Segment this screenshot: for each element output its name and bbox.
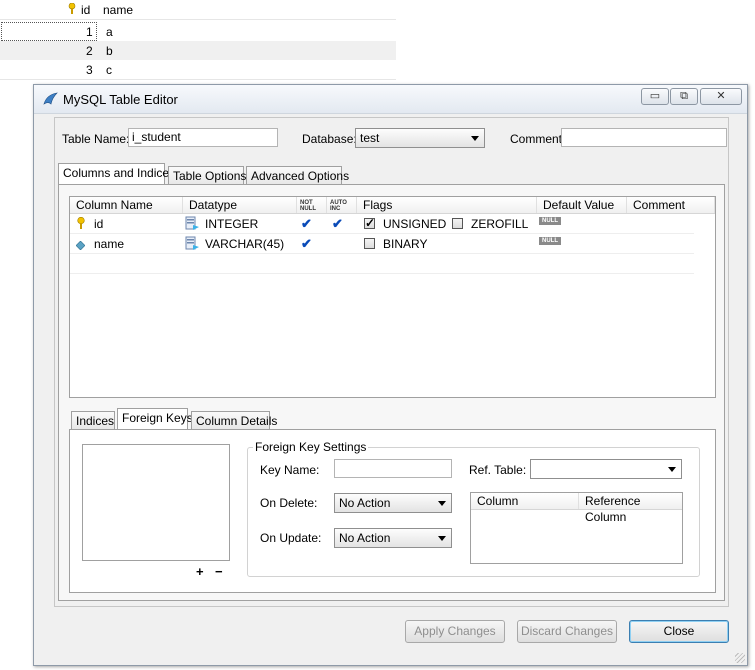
column-name-cell[interactable]: name [94, 237, 124, 251]
table-name-label: Table Name: [62, 132, 130, 146]
col-header-reference-column[interactable]: Reference Column [579, 493, 682, 524]
column-diamond-icon [75, 239, 86, 253]
unsigned-label: UNSIGNED [383, 217, 447, 231]
key-icon [68, 2, 76, 18]
on-delete-select[interactable]: No Action [334, 493, 452, 513]
window-title: MySQL Table Editor [63, 92, 178, 107]
auto-inc-check-icon[interactable]: ✔ [332, 216, 343, 232]
cell-id[interactable]: 3 [86, 63, 93, 77]
primary-key-icon [77, 216, 85, 233]
comment-input[interactable] [561, 128, 727, 147]
database-select[interactable]: test [355, 128, 485, 148]
not-null-check-icon[interactable]: ✔ [301, 216, 312, 232]
comment-label: Comment: [510, 132, 566, 146]
apply-changes-button[interactable]: Apply Changes [405, 620, 505, 643]
add-foreign-key-button[interactable]: + [196, 564, 204, 579]
col-header-column[interactable]: Column [471, 493, 579, 509]
cell-id[interactable]: 2 [86, 44, 93, 58]
close-button[interactable]: Close [629, 620, 729, 643]
zerofill-label: ZEROFILL [471, 217, 529, 231]
col-header-auto-inc[interactable]: AUTO INC [327, 197, 357, 213]
not-null-check-icon[interactable]: ✔ [301, 236, 312, 252]
title-bar[interactable]: MySQL Table Editor ▭ ⧉ ✕ [34, 85, 747, 114]
default-null-badge[interactable]: NULL [539, 237, 561, 245]
binary-checkbox[interactable] [364, 238, 375, 249]
ref-table-select[interactable] [530, 459, 682, 479]
table-name-input[interactable]: i_student [128, 128, 278, 147]
table-row[interactable]: 3 c [0, 60, 396, 80]
tab-table-options[interactable]: Table Options [168, 166, 246, 184]
datatype-icon [185, 216, 200, 234]
tab-column-details[interactable]: Column Details [191, 411, 277, 429]
on-delete-label: On Delete: [260, 496, 318, 510]
header-id: id [81, 3, 91, 17]
table-row[interactable]: 1 a [0, 22, 396, 42]
col-header-default-value[interactable]: Default Value [537, 197, 627, 213]
dolphin-icon [42, 91, 58, 110]
remove-foreign-key-button[interactable]: − [215, 564, 223, 579]
col-header-datatype[interactable]: Datatype [183, 197, 297, 213]
cell-name[interactable]: a [106, 25, 113, 39]
database-label: Database: [302, 132, 357, 146]
column-name-cell[interactable]: id [94, 217, 103, 231]
columns-grid[interactable]: Column Name Datatype NOT NULL AUTO INC F… [69, 196, 716, 398]
minimize-button[interactable]: ▭ [641, 88, 669, 105]
col-header-comment[interactable]: Comment [627, 197, 715, 213]
unsigned-checkbox[interactable]: ✓ [364, 216, 376, 230]
auto-inc-line2: INC [330, 206, 341, 212]
result-grid-header: id name [0, 0, 396, 20]
fk-column-mapping-header: Column Reference Column [471, 493, 682, 524]
key-name-label: Key Name: [260, 463, 320, 477]
resize-grip[interactable] [735, 653, 745, 663]
on-update-select[interactable]: No Action [334, 528, 452, 548]
table-row[interactable]: 2 b [0, 41, 396, 61]
table-editor-window: MySQL Table Editor ▭ ⧉ ✕ Table Name: i_s… [33, 84, 748, 666]
checkmark-icon: ✓ [365, 216, 376, 230]
foreign-key-list[interactable] [82, 444, 230, 561]
header-name: name [103, 3, 134, 17]
default-null-badge[interactable]: NULL [539, 217, 561, 225]
table-row[interactable]: id INTEGER ✔ ✔ ✓ UNSIGNED ZEROFILL NULL [70, 214, 694, 234]
on-update-label: On Update: [260, 531, 322, 545]
datatype-cell[interactable]: INTEGER [205, 217, 258, 231]
col-header-not-null[interactable]: NOT NULL [297, 197, 327, 213]
datatype-icon [185, 236, 200, 254]
not-null-line2: NULL [300, 206, 316, 212]
columns-grid-header: Column Name Datatype NOT NULL AUTO INC F… [70, 197, 715, 214]
col-header-column-name[interactable]: Column Name [70, 197, 183, 213]
cell-name[interactable]: c [106, 63, 112, 77]
cell-id[interactable]: 1 [86, 25, 93, 39]
tab-indices[interactable]: Indices [71, 411, 115, 429]
datatype-cell[interactable]: VARCHAR(45) [205, 237, 284, 251]
table-row[interactable]: name VARCHAR(45) ✔ BINARY NULL [70, 234, 694, 254]
ref-table-label: Ref. Table: [469, 463, 527, 477]
tab-columns-and-indices[interactable]: Columns and Indices [58, 163, 175, 184]
col-header-flags[interactable]: Flags [357, 197, 537, 213]
key-name-input[interactable] [334, 459, 452, 478]
tab-foreign-keys[interactable]: Foreign Keys [117, 408, 193, 429]
tab-advanced-options[interactable]: Advanced Options [246, 166, 349, 184]
binary-label: BINARY [383, 237, 428, 251]
fk-column-mapping-grid[interactable]: Column Reference Column [470, 492, 683, 564]
table-row-empty[interactable] [70, 254, 694, 274]
result-grid: id name 1 a 2 b 3 c [0, 0, 755, 90]
foreign-key-settings-title: Foreign Key Settings [253, 440, 369, 454]
close-window-button[interactable]: ✕ [700, 88, 742, 105]
cell-focus [1, 22, 97, 41]
restore-button[interactable]: ⧉ [670, 88, 698, 105]
zerofill-checkbox[interactable] [452, 218, 463, 229]
cell-name[interactable]: b [106, 44, 113, 58]
discard-changes-button[interactable]: Discard Changes [517, 620, 617, 643]
